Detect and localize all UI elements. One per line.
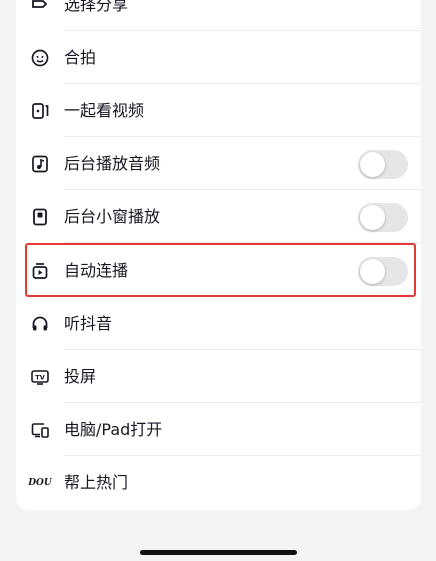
menu-item-label: 听抖音 [64,314,113,333]
menu-item-partial[interactable]: 选择分享 [16,0,421,31]
dou-plus-logo: DOU [28,478,52,488]
menu-item-background-audio[interactable]: 后台播放音频 [16,137,421,190]
home-indicator [140,550,297,555]
svg-text:TV: TV [35,374,44,382]
divider [64,242,421,243]
background-audio-icon [29,153,51,175]
menu-item-listen[interactable]: 听抖音 [16,297,421,350]
menu-item-label: 合拍 [64,48,97,67]
toggle-knob [360,205,385,230]
menu-item-autoplay[interactable]: 自动连播 [16,244,421,297]
tv-icon: TV [29,366,51,388]
headphones-icon [29,313,51,335]
menu-item-label: 后台小窗播放 [64,207,161,226]
menu-item-watch-together[interactable]: 一起看视频 [16,84,421,137]
toggle-knob [360,259,385,284]
share-icon [29,0,51,16]
computer-pad-icon [29,419,51,441]
menu-item-label: 自动连播 [64,261,129,280]
watch-together-icon [29,100,51,122]
menu-item-label: 帮上热门 [64,473,129,492]
background-audio-toggle[interactable] [358,150,408,179]
menu-item-duet[interactable]: 合拍 [16,31,421,84]
mini-window-icon [29,206,51,228]
menu-item-label: 一起看视频 [64,101,145,120]
mini-window-toggle[interactable] [358,203,408,232]
dou-plus-icon: DOU [27,472,53,494]
menu-item-label: 后台播放音频 [64,154,161,173]
duet-icon [29,47,51,69]
menu-item-dou-plus[interactable]: DOU 帮上热门 [16,456,421,509]
menu-item-computer-pad[interactable]: 电脑/Pad打开 [16,403,421,456]
menu-item-label: 投屏 [64,367,97,386]
menu-item-cast[interactable]: TV 投屏 [16,350,421,403]
autoplay-icon [29,260,51,282]
menu-item-mini-window[interactable]: 后台小窗播放 [16,190,421,243]
autoplay-toggle[interactable] [358,257,408,286]
toggle-knob [360,152,385,177]
menu-item-label: 电脑/Pad打开 [64,420,163,439]
menu-item-label: 选择分享 [64,0,129,14]
more-options-panel: 选择分享 合拍 一起看视频 后台播放音频 后台小窗播放 自动连播 听抖音 TV … [16,0,421,510]
